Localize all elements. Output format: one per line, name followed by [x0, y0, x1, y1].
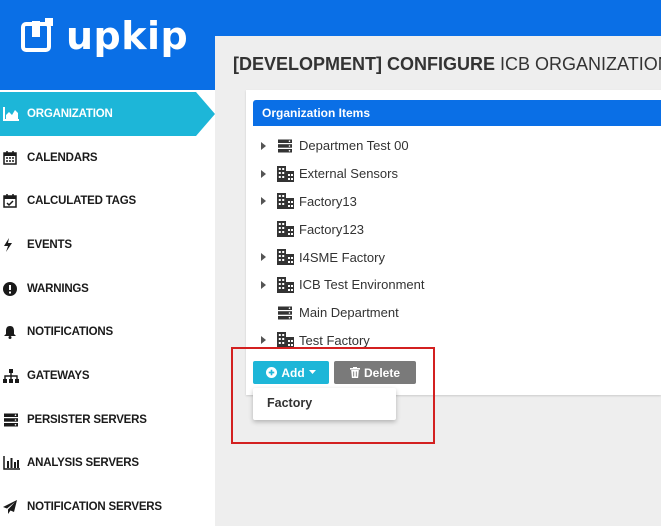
sidebar-item-label: CALENDARS: [27, 151, 98, 164]
sidebar-item-warnings[interactable]: WARNINGS: [0, 267, 215, 311]
sidebar-item-gateways[interactable]: GATEWAYS: [0, 354, 215, 398]
sitemap-icon: [3, 368, 23, 384]
sidebar-item-label: EVENTS: [27, 238, 72, 251]
page-title: [DEVELOPMENT] CONFIGURE ICB ORGANIZATION: [233, 54, 661, 75]
tree-item-label: I4SME Factory: [299, 249, 385, 265]
tree-item-label: ICB Test Environment: [299, 277, 425, 293]
sidebar-item-label: NOTIFICATIONS: [27, 326, 113, 339]
page-title-organization: ICB ORGANIZATION: [495, 54, 661, 74]
tree-item-label: Factory13: [299, 193, 357, 209]
logo[interactable]: upkip: [0, 0, 215, 90]
sidebar-item-label: ANALYSIS SERVERS: [27, 457, 139, 470]
caret-right-icon[interactable]: [253, 169, 273, 178]
sidebar: upkip ORGANIZATION CALENDARS CALCULATED TA…: [0, 0, 215, 526]
calendar-check-icon: [3, 193, 23, 209]
bolt-icon: [3, 237, 23, 253]
caret-right-icon[interactable]: [253, 141, 273, 150]
caret-right-icon[interactable]: [253, 197, 273, 206]
tree-item[interactable]: Main Department: [253, 299, 653, 327]
sidebar-item-label: GATEWAYS: [27, 369, 90, 382]
top-bar: [215, 0, 661, 36]
tree-item-label: Main Department: [299, 305, 399, 321]
area-chart-icon: [3, 106, 23, 122]
building-icon: [273, 165, 297, 182]
sidebar-item-label: CALCULATED TAGS: [27, 195, 137, 208]
upkip-logo-icon: [21, 18, 53, 52]
tree-item[interactable]: I4SME Factory: [253, 243, 653, 271]
sidebar-item-label: ORGANIZATION: [27, 107, 113, 120]
tree-item[interactable]: Factory13: [253, 188, 653, 216]
tree-item-label: External Sensors: [299, 166, 398, 182]
building-icon: [273, 276, 297, 293]
calendar-icon: [3, 150, 23, 166]
caret-right-icon[interactable]: [253, 280, 273, 289]
bell-icon: [3, 324, 23, 340]
tree-item-label: Factory123: [299, 221, 365, 237]
sidebar-item-calendars[interactable]: CALENDARS: [0, 136, 215, 180]
caret-right-icon[interactable]: [253, 336, 273, 345]
panel-header: Organization Items: [253, 100, 661, 126]
highlight-box: [231, 347, 435, 444]
sidebar-item-analysis-servers[interactable]: ANALYSIS SERVERS: [0, 442, 215, 486]
sidebar-item-organization[interactable]: ORGANIZATION: [0, 92, 215, 136]
tree-item[interactable]: ICB Test Environment: [253, 271, 653, 299]
server-icon: [273, 306, 297, 320]
tree-item[interactable]: Departmen Test 00: [253, 132, 653, 160]
building-icon: [273, 249, 297, 266]
tree-item[interactable]: External Sensors: [253, 160, 653, 188]
exclamation-circle-icon: [3, 281, 23, 297]
sidebar-item-label: NOTIFICATION SERVERS: [27, 501, 162, 514]
sidebar-item-calculated-tags[interactable]: CALCULATED TAGS: [0, 179, 215, 223]
building-icon: [273, 221, 297, 238]
building-icon: [273, 193, 297, 210]
tree-item[interactable]: Factory123: [253, 215, 653, 243]
bar-chart-icon: [3, 455, 23, 471]
sidebar-item-persister-servers[interactable]: PERSISTER SERVERS: [0, 398, 215, 442]
sidebar-item-events[interactable]: EVENTS: [0, 223, 215, 267]
paper-plane-icon: [3, 499, 23, 515]
caret-right-icon[interactable]: [253, 253, 273, 262]
brand-name: upkip: [66, 14, 189, 58]
tree-item-label: Test Factory: [299, 332, 370, 348]
page-title-environment: [DEVELOPMENT] CONFIGURE: [233, 54, 496, 74]
server-icon: [3, 412, 23, 428]
server-icon: [273, 139, 297, 153]
sidebar-item-label: PERSISTER SERVERS: [27, 413, 147, 426]
sidebar-item-notifications[interactable]: NOTIFICATIONS: [0, 310, 215, 354]
sidebar-item-label: WARNINGS: [27, 282, 89, 295]
sidebar-item-notification-servers[interactable]: NOTIFICATION SERVERS: [0, 485, 215, 526]
organization-tree: Departmen Test 00 External Sensors Factory…: [253, 132, 653, 354]
sidebar-nav: ORGANIZATION CALENDARS CALCULATED TAGS EVEN…: [0, 92, 215, 526]
tree-item-label: Departmen Test 00: [299, 138, 409, 154]
